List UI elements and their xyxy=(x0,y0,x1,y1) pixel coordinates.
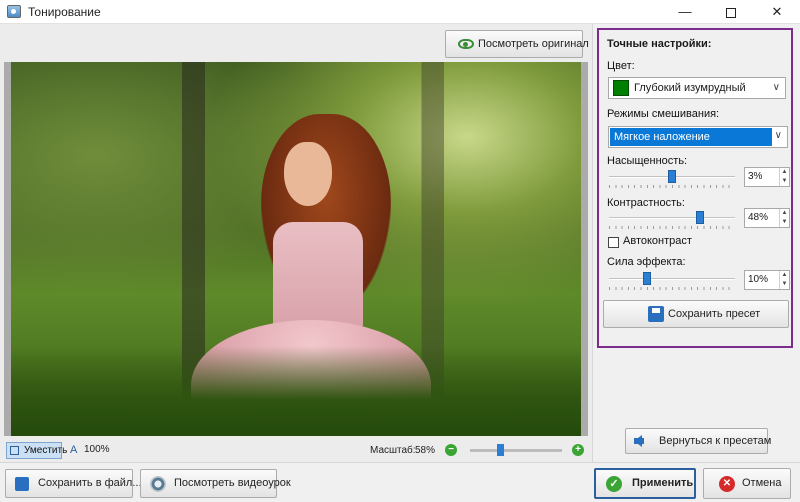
save-preset-label: Сохранить пресет xyxy=(668,308,761,320)
apply-label: Применить xyxy=(632,477,694,489)
webcam-icon xyxy=(150,476,166,492)
zoom-slider-track[interactable] xyxy=(470,449,562,452)
contrast-slider-track[interactable] xyxy=(609,217,735,219)
settings-pane: Точные настройки: Цвет: Глубокий изумруд… xyxy=(592,24,800,462)
zoom-out-icon[interactable]: − xyxy=(445,444,457,456)
zoom-slider-thumb[interactable] xyxy=(497,444,504,456)
view-original-label: Посмотреть оригинал xyxy=(478,38,589,50)
color-dropdown-value: Глубокий изумрудный xyxy=(634,82,746,94)
zoom-in-icon[interactable]: + xyxy=(572,444,584,456)
effect-strength-label: Сила эффекта: xyxy=(607,256,686,268)
watch-tutorial-label: Посмотреть видеоурок xyxy=(174,477,291,489)
close-button[interactable]: ✕ xyxy=(754,0,800,24)
saturation-spinner[interactable]: ▲ ▼ xyxy=(779,168,789,186)
fit-label: Уместить xyxy=(24,445,68,456)
view-original-button[interactable]: Посмотреть оригинал xyxy=(445,30,589,58)
app-photo-icon xyxy=(7,5,21,18)
photo-preview xyxy=(4,62,588,436)
minimize-button[interactable]: — xyxy=(662,0,708,24)
photo-grass xyxy=(11,346,581,436)
spin-up-icon[interactable]: ▲ xyxy=(782,169,788,175)
scale-label: Масштаб: xyxy=(370,445,416,456)
save-to-file-button[interactable]: Сохранить в файл... xyxy=(5,469,142,498)
window-title: Тонирование xyxy=(28,5,101,19)
photo-subject-dress-top xyxy=(273,222,363,332)
zoom-bar: Уместить A 100% Масштаб: 58% − + xyxy=(0,440,592,462)
photo-subject-face xyxy=(284,142,332,206)
autocontrast-label[interactable]: Автоконтраст xyxy=(623,235,692,247)
eye-icon xyxy=(458,39,474,49)
contrast-slider-ticks xyxy=(609,226,735,229)
saturation-slider-thumb[interactable] xyxy=(668,170,676,183)
effect-strength-slider-ticks xyxy=(609,287,735,290)
effect-strength-spinner[interactable]: ▲ ▼ xyxy=(779,271,789,289)
save-preset-button[interactable]: Сохранить пресет xyxy=(603,300,789,328)
fit-button[interactable]: Уместить xyxy=(6,442,67,459)
effect-strength-slider-thumb[interactable] xyxy=(642,272,651,285)
watch-tutorial-button[interactable]: Посмотреть видеоурок xyxy=(140,469,291,498)
zoom-100-button[interactable]: A 100% xyxy=(70,444,110,456)
spin-down-icon[interactable]: ▼ xyxy=(782,281,788,287)
scale-value: 58% xyxy=(415,445,436,456)
bottom-toolbar: Сохранить в файл... Посмотреть видеоурок… xyxy=(0,462,800,502)
saturation-input[interactable]: 3% ▲ ▼ xyxy=(744,167,790,187)
effect-strength-value: 10% xyxy=(748,274,769,285)
autocontrast-checkbox[interactable] xyxy=(608,237,619,248)
contrast-spinner[interactable]: ▲ ▼ xyxy=(779,209,789,227)
save-to-file-label: Сохранить в файл... xyxy=(38,477,142,489)
cancel-button[interactable]: ✕ Отмена xyxy=(703,468,791,499)
arrow-left-icon xyxy=(634,435,644,447)
zoom-100-label: 100% xyxy=(84,444,110,455)
contrast-value: 48% xyxy=(748,212,769,223)
saturation-value: 3% xyxy=(748,171,763,182)
back-to-presets-label: Вернуться к пресетам xyxy=(659,435,772,447)
maximize-button[interactable] xyxy=(708,0,754,24)
chevron-down-icon: ∨ xyxy=(774,130,782,141)
floppy-disk-icon xyxy=(648,306,664,322)
save-disk-icon xyxy=(15,477,29,491)
blend-mode-dropdown[interactable]: Мягкое наложение ∨ xyxy=(608,126,788,148)
apply-button[interactable]: ✓ Применить xyxy=(594,468,696,499)
preview-pane: Посмотреть оригинал Уместить A 100% Масш… xyxy=(0,24,592,462)
color-label: Цвет: xyxy=(607,60,635,72)
actual-size-icon: A xyxy=(70,444,78,456)
chevron-down-icon: ∨ xyxy=(772,82,780,93)
spin-up-icon[interactable]: ▲ xyxy=(782,272,788,278)
contrast-slider-thumb[interactable] xyxy=(695,211,704,224)
fine-settings-title: Точные настройки: xyxy=(607,38,712,50)
blend-mode-label: Режимы смешивания: xyxy=(607,108,720,120)
color-dropdown[interactable]: Глубокий изумрудный ∨ xyxy=(608,77,786,99)
effect-strength-input[interactable]: 10% ▲ ▼ xyxy=(744,270,790,290)
checkmark-icon: ✓ xyxy=(606,476,622,492)
contrast-input[interactable]: 48% ▲ ▼ xyxy=(744,208,790,228)
saturation-label: Насыщенность: xyxy=(607,155,688,167)
fine-settings-panel: Точные настройки: Цвет: Глубокий изумруд… xyxy=(597,28,793,348)
cancel-label: Отмена xyxy=(742,477,782,489)
contrast-label: Контрастность: xyxy=(607,197,685,209)
blend-mode-value: Мягкое наложение xyxy=(610,128,772,146)
saturation-slider-ticks xyxy=(609,185,735,188)
fit-icon xyxy=(10,446,19,455)
spin-down-icon[interactable]: ▼ xyxy=(782,219,788,225)
color-swatch xyxy=(613,80,629,96)
spin-down-icon[interactable]: ▼ xyxy=(782,178,788,184)
back-to-presets-button[interactable]: Вернуться к пресетам xyxy=(625,428,772,454)
title-bar: Тонирование — ✕ xyxy=(0,0,800,24)
spin-up-icon[interactable]: ▲ xyxy=(782,210,788,216)
maximize-icon xyxy=(726,7,736,18)
cancel-x-icon: ✕ xyxy=(719,476,735,492)
effect-strength-slider-track[interactable] xyxy=(609,278,735,280)
